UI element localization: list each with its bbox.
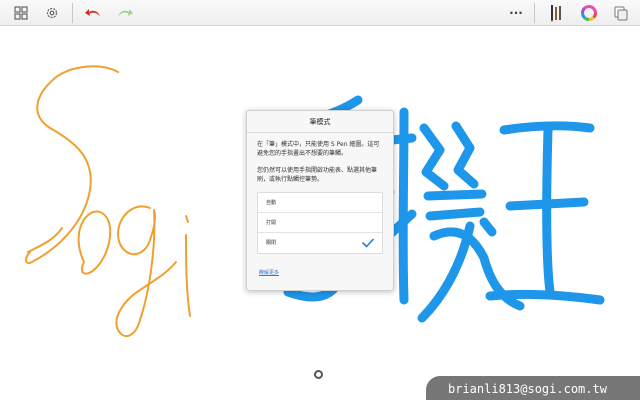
more-icon[interactable]: ··· — [505, 2, 527, 24]
checkmark-icon — [362, 238, 374, 248]
dialog-body: 在「筆」模式中，只能使用 S Pen 繪圖。這可避免您的手指畫出不想要的筆觸。 … — [247, 133, 393, 184]
dialog-title: 筆模式 — [247, 111, 393, 133]
settings-icon[interactable] — [41, 2, 63, 24]
learn-more-link[interactable]: 瞭解更多 — [259, 269, 279, 276]
dialog-paragraph-2: 您仍然可以使用手指開啟功能表、點選其他筆刷，或執行點觸控筆勢。 — [257, 167, 378, 183]
option-auto[interactable]: 自動 — [258, 193, 382, 213]
layers-icon[interactable] — [610, 2, 632, 24]
grid-icon[interactable] — [10, 2, 32, 24]
color-wheel-icon[interactable] — [578, 2, 600, 24]
orange-handwriting — [25, 65, 191, 338]
top-toolbar: ··· — [0, 0, 640, 26]
option-on[interactable]: 打開 — [258, 213, 382, 233]
pen-mode-options: 自動 打開 關閉 — [257, 192, 383, 254]
pen-mode-dialog: 筆模式 在「筆」模式中，只能使用 S Pen 繪圖。這可避免您的手指畫出不想要的… — [246, 110, 394, 291]
pen-tools-icon[interactable] — [545, 2, 567, 24]
undo-icon[interactable] — [82, 2, 104, 24]
option-off[interactable]: 關閉 — [258, 233, 382, 253]
option-label: 打開 — [266, 220, 277, 226]
toolbar-divider — [534, 3, 535, 23]
dialog-paragraph-1: 在「筆」模式中，只能使用 S Pen 繪圖。這可避免您的手指畫出不想要的筆觸。 — [257, 141, 380, 157]
page-indicator-dot[interactable] — [314, 370, 323, 379]
option-label: 自動 — [266, 200, 277, 206]
toolbar-divider — [72, 3, 73, 23]
watermark: brianli813@sogi.com.tw — [426, 376, 640, 400]
option-label: 關閉 — [266, 240, 277, 246]
redo-icon[interactable] — [114, 2, 136, 24]
